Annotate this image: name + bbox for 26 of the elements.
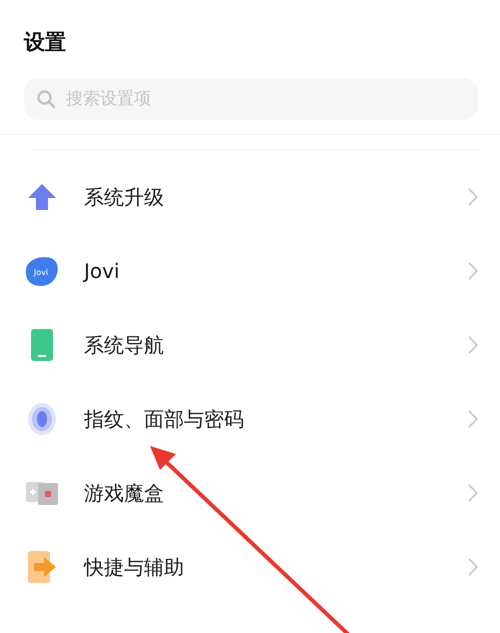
- chevron-icon: [468, 262, 478, 280]
- settings-item[interactable]: 游戏魔盒: [0, 456, 500, 530]
- settings-item[interactable]: 快捷与辅助: [0, 530, 500, 604]
- arrow-right-icon: [26, 550, 58, 584]
- chevron-icon: [468, 484, 478, 502]
- chevron-icon: [468, 558, 478, 576]
- settings-item[interactable]: 系统升级: [0, 160, 500, 234]
- item-label: Jovi: [84, 259, 121, 283]
- item-label: 系统导航: [84, 332, 165, 358]
- phone-icon: [30, 328, 54, 362]
- chevron-icon: [468, 188, 478, 206]
- item-label: 指纹、面部与密码: [84, 406, 245, 432]
- up-arrow-icon: [26, 181, 58, 213]
- search-icon: [36, 89, 56, 109]
- item-label: 快捷与辅助: [84, 554, 185, 580]
- settings-item[interactable]: 指纹、面部与密码: [0, 382, 500, 456]
- item-label: 游戏魔盒: [84, 480, 165, 506]
- settings-item[interactable]: Jovi Jovi: [0, 234, 500, 308]
- settings-item[interactable]: 系统导航: [0, 308, 500, 382]
- page-title: 设置: [22, 29, 67, 56]
- chevron-icon: [468, 336, 478, 354]
- game-box-icon: [25, 480, 59, 506]
- chevron-icon: [468, 410, 478, 428]
- item-label: 系统升级: [84, 184, 165, 210]
- fingerprint-icon: [27, 402, 57, 436]
- assistant-icon: Jovi: [24, 254, 60, 288]
